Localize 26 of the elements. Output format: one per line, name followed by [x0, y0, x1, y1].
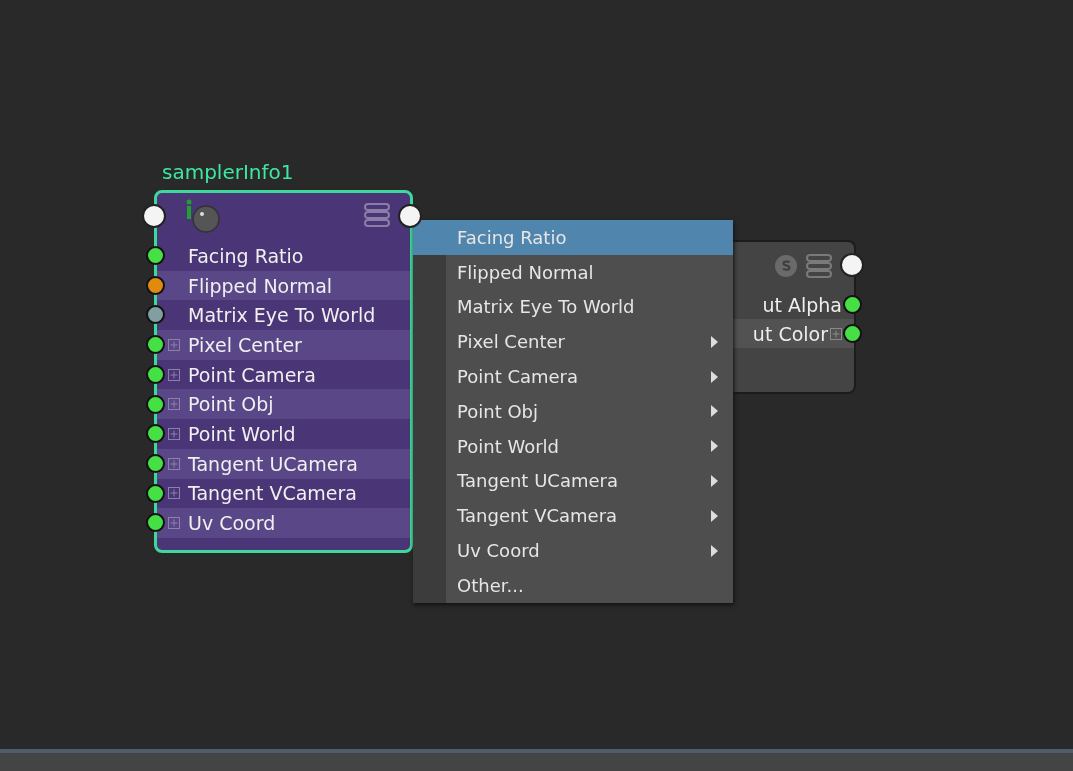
attribute-label: Tangent VCamera	[188, 482, 357, 505]
expand-icon[interactable]	[168, 427, 180, 440]
menu-item[interactable]: Uv Coord	[413, 533, 733, 568]
attribute-label: Point Camera	[188, 363, 316, 386]
attribute-label: Uv Coord	[188, 512, 276, 535]
node-title: samplerInfo1	[162, 160, 294, 184]
stack-icon[interactable]	[364, 202, 390, 228]
input-port[interactable]	[142, 204, 166, 228]
attribute-label: Point World	[188, 422, 296, 445]
menu-item[interactable]: Other...	[413, 567, 733, 603]
output-port[interactable]	[840, 253, 864, 277]
attribute-label: Pixel Center	[188, 333, 302, 356]
menu-item[interactable]: Tangent UCamera	[413, 463, 733, 499]
menu-item[interactable]: Tangent VCamera	[413, 498, 733, 534]
attribute-label: Facing Ratio	[188, 244, 304, 267]
attribute-label: ut Alpha	[762, 293, 842, 316]
attribute-label: Tangent UCamera	[188, 452, 358, 475]
menu-item[interactable]: Point Obj	[413, 394, 733, 429]
attribute-label: Flipped Normal	[188, 274, 333, 297]
attribute-label: ut Color	[752, 322, 828, 345]
attribute-label: Point Obj	[188, 393, 274, 416]
menu-item[interactable]: Point World	[413, 428, 733, 464]
node-card[interactable]: Facing Ratio Flipped Normal Matrix Eye To World Pixel Center Point Camera Point Obj Point World Tangent UCamera Tangent VCamera Uv Coord	[154, 190, 413, 553]
expand-icon[interactable]	[168, 368, 180, 381]
expand-icon[interactable]	[168, 487, 180, 500]
attribute-label: Matrix Eye To World	[188, 304, 376, 327]
